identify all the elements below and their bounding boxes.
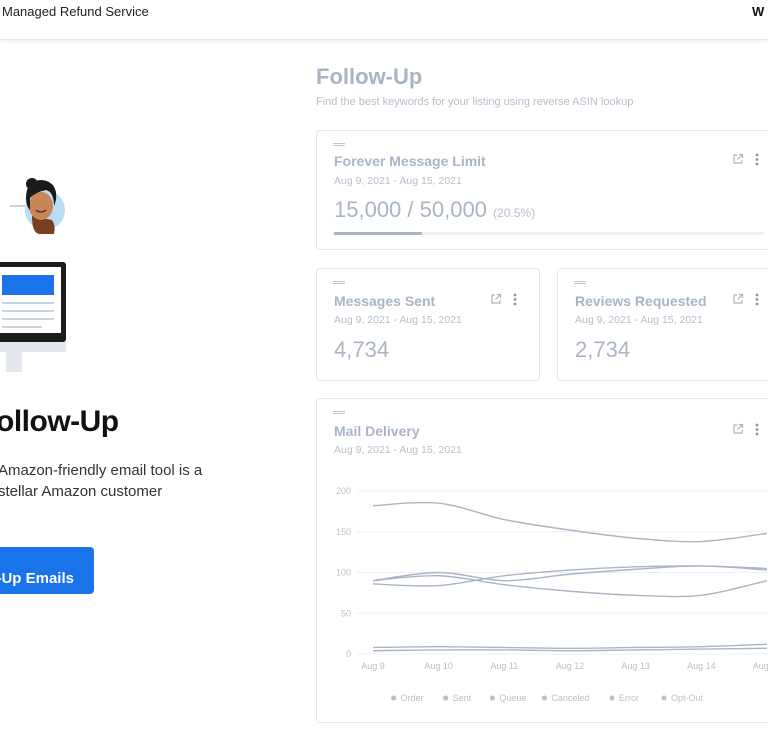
y-tick-label: 50 [341,608,351,618]
y-tick-label: 200 [336,486,351,496]
more-options-icon[interactable] [755,153,759,166]
legend-label: Sent [453,693,472,703]
series-line-order [372,501,768,543]
mail-delivery-card: Mail Delivery Aug 9, 2021 - Aug 15, 2021… [316,398,768,723]
external-link-icon[interactable] [490,293,502,305]
legend-marker [489,695,495,701]
top-bar-right-text[interactable]: W [752,4,764,19]
legend-label: Queue [499,693,526,703]
message-count: 15,000 / 50,000 [334,197,487,222]
legend-label: Opt-Out [671,693,704,703]
message-limit-progress-bar [334,232,764,235]
mail-delivery-chart: 0 50 100 150 200 Aug 9 Aug 10 Aug 11 Aug 12 Aug 1… [336,486,768,703]
legend-marker [541,695,547,701]
y-tick-label: 100 [336,568,351,578]
card-title: Messages Sent [334,293,436,309]
card-date-range: Aug 9, 2021 - Aug 15, 2021 [334,314,462,326]
x-tick-label: Aug 15 [753,661,768,671]
x-tick-label: Aug 14 [687,661,716,671]
legend-label: Order [401,693,424,703]
monitor-illustration [0,262,66,372]
legend-marker [609,695,615,701]
legend-marker [661,695,667,701]
message-percent: (20.5%) [493,206,536,220]
avatar-illustration [10,178,65,234]
y-tick-label: 0 [346,649,351,659]
drag-handle-icon[interactable] [333,143,345,146]
x-tick-label: Aug 11 [490,661,518,671]
x-tick-label: Aug 9 [361,661,385,671]
legend-marker [391,695,397,701]
legend-marker [443,695,449,701]
card-title: Reviews Requested [575,293,707,309]
legend-label: Error [619,693,639,703]
x-tick-label: Aug 12 [556,661,585,671]
external-link-icon[interactable] [732,153,744,165]
progress-fill [334,232,423,235]
series-line-error [372,643,768,649]
card-date-range: Aug 9, 2021 - Aug 15, 2021 [575,314,703,326]
drag-handle-icon[interactable] [574,281,586,284]
page-title: Follow-Up [316,64,423,89]
series-line-sent [372,565,768,582]
card-date-range: Aug 9, 2021 - Aug 15, 2021 [334,175,462,187]
messages-sent-card: Messages Sent Aug 9, 2021 - Aug 15, 2021… [316,268,540,381]
promo-title: ollow-Up [0,405,119,438]
brand-name[interactable]: Managed Refund Service [2,4,149,19]
card-value: 15,000 / 50,000 (20.5%) [334,197,535,223]
x-tick-label: Aug 13 [621,661,650,671]
page-subtitle: Find the best keywords for your listing … [316,96,634,108]
promo-description: Amazon-friendly email tool is a stellar … [0,462,203,500]
x-tick-label: Aug 10 [424,661,453,671]
drag-handle-icon[interactable] [333,281,345,284]
y-tick-label: 150 [336,527,351,537]
reviews-requested-value: 2,734 [575,337,631,362]
more-options-icon[interactable] [513,293,517,306]
more-options-icon[interactable] [755,293,759,306]
messages-sent-value: 4,734 [334,337,390,362]
top-bar: Managed Refund Service W [0,0,768,40]
forever-message-limit-card: Forever Message Limit Aug 9, 2021 - Aug … [316,130,768,250]
external-link-icon[interactable] [732,293,744,305]
legend-label: Canceled [551,693,589,703]
reviews-requested-card: Reviews Requested Aug 9, 2021 - Aug 15, … [557,268,768,381]
card-title: Forever Message Limit [334,153,486,169]
follow-up-emails-button[interactable]: -Up Emails [0,547,94,594]
